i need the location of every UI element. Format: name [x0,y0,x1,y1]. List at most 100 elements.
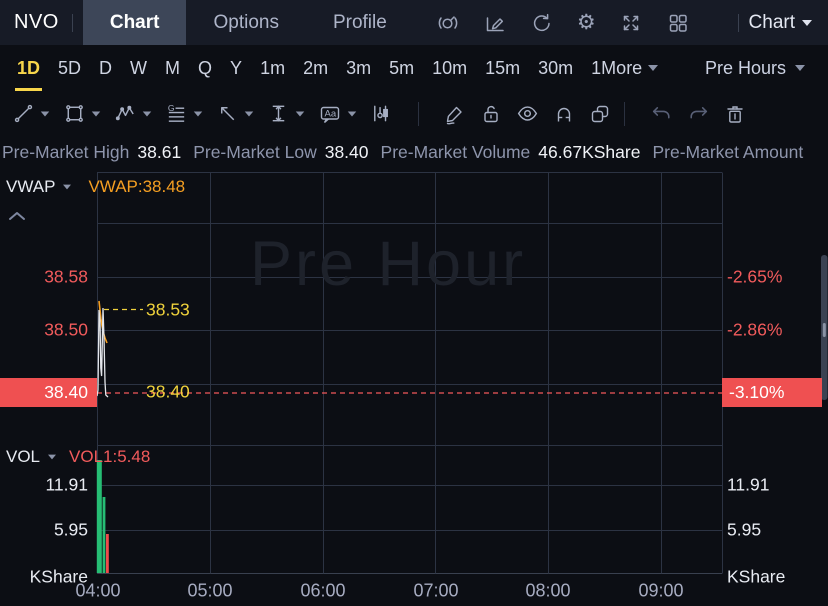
svg-text:G: G [168,103,175,113]
gauge-icon[interactable] [436,11,460,35]
session-selector[interactable]: Pre Hours [705,58,805,79]
time-axis-label: 08:00 [525,580,571,601]
undo[interactable] [649,101,674,126]
caret-down-icon [802,19,812,26]
current-percent-badge: -3.10% [722,378,822,407]
vol-indicator-row[interactable]: VOL VOL1:5.48 [6,447,150,467]
time-axis-label: 04:00 [75,580,121,601]
redo[interactable] [686,101,711,126]
volume-axis-label: 5.95 [727,519,762,540]
timeframe-15m[interactable]: 15m [485,45,520,91]
timeframe-m[interactable]: M [165,45,180,91]
settings-gear-icon[interactable]: ⚙ [577,12,596,33]
unlock[interactable] [479,102,503,126]
caret-down-icon [795,65,805,71]
chart-area: VWAP VWAP:38.48 Pre Hour 38.58 38.50 38.… [0,168,828,606]
trend-line-tool[interactable] [12,102,50,125]
time-axis-label: 07:00 [413,580,459,601]
time-axis-label: 06:00 [300,580,346,601]
free-draw-pencil[interactable] [443,102,467,126]
volume-axis-label: 11.91 [727,474,770,495]
tab-chart[interactable]: Chart [82,0,187,45]
timeframe-2m[interactable]: 2m [303,45,328,91]
edit-chart-icon[interactable] [483,11,507,35]
symbol-title: NVO [14,11,59,33]
caret-down-icon [244,110,254,117]
divider [624,101,625,126]
caret-down-icon [193,110,203,117]
stat-value: 38.40 [324,141,369,162]
percent-axis-label: -2.65% [727,266,783,287]
timeframe-more-menu[interactable]: 1More [591,58,659,79]
price-line [96,307,109,398]
collapse-panel-chevron[interactable] [8,208,26,226]
price-axis-label: 38.58 [44,266,88,287]
timeframe-q[interactable]: Q [198,45,212,91]
timeframe-1d[interactable]: 1D [14,45,43,91]
wave-tool[interactable] [114,102,152,125]
indicator-name: VWAP [6,177,56,196]
nav-icon-group: ⚙ [436,11,690,35]
stat-label: Pre-Market High [2,141,130,162]
percent-axis-label: -2.86% [727,319,783,340]
timeframe-10m[interactable]: 10m [432,45,467,91]
timeframe-w[interactable]: W [130,45,147,91]
delete-trash[interactable] [723,102,747,126]
measure-tool[interactable] [267,102,305,125]
premarket-stats-bar: Pre-Market High 38.61 Pre-Market Low 38.… [0,136,828,168]
vwap-indicator-row[interactable]: VWAP VWAP:38.48 [6,177,185,197]
volume-axis-label: 5.95 [53,519,88,540]
top-nav: NVO Chart Options Profile ⚙ Chart [0,0,828,45]
volume-bars [96,460,109,573]
drawing-toolbar: G Aa [0,91,828,136]
caret-down-icon [295,110,305,117]
caret-down-icon [40,110,50,117]
divider [71,13,73,32]
volume-axis-label: 11.91 [45,474,89,495]
shape-tool[interactable] [63,102,101,125]
svg-text:Aa: Aa [325,108,337,119]
tab-options[interactable]: Options [186,0,305,45]
timeframe-d[interactable]: D [99,45,112,91]
volume-unit-label: KShare [727,566,786,587]
price-axis-label: 38.50 [44,319,88,340]
magnet[interactable] [552,102,576,126]
stat-value: 46.67KShare [538,141,641,162]
gann-lines-tool[interactable]: G [165,102,203,125]
level-label-last: 38.40 [146,381,190,402]
vol-value: VOL1:5.48 [69,447,151,466]
vwap-value: VWAP:38.48 [88,177,186,196]
timeframe-y[interactable]: Y [230,45,242,91]
visibility-eye[interactable] [515,101,540,126]
clone[interactable] [588,102,612,126]
arrow-tool[interactable] [216,102,254,125]
caret-down-icon [48,454,57,460]
timeframe-3m[interactable]: 3m [346,45,371,91]
caret-down-icon [91,110,101,117]
tab-profile[interactable]: Profile [306,0,414,45]
divider [737,13,739,32]
session-watermark: Pre Hour [250,229,527,299]
timeframe-30m[interactable]: 30m [538,45,573,91]
caret-down-icon [347,110,357,117]
nav-right-group: Chart [725,12,828,34]
time-axis-label: 09:00 [638,580,684,601]
fullscreen-icon[interactable] [619,11,643,35]
time-axis-label: 05:00 [187,580,233,601]
trading-app-window: NVO Chart Options Profile ⚙ Chart 1D 5D … [0,0,828,606]
timeframe-1m[interactable]: 1m [260,45,285,91]
current-price-badge: 38.40 [0,378,97,407]
stat-label: Pre-Market Low [193,141,317,162]
caret-down-icon [63,184,72,190]
timeframe-5d[interactable]: 5D [58,45,81,91]
indicator-name: VOL [6,447,41,466]
candle-pattern-tool[interactable] [370,102,393,125]
layout-grid-icon[interactable] [666,11,690,35]
chart-layout-selector[interactable]: Chart [749,12,812,34]
timeframe-5m[interactable]: 5m [389,45,414,91]
level-label-high: 38.53 [146,299,190,320]
caret-down-icon [142,110,152,117]
text-annotation-tool[interactable]: Aa [318,102,357,126]
refresh-icon[interactable] [530,11,554,35]
stat-value: 38.61 [137,141,182,162]
